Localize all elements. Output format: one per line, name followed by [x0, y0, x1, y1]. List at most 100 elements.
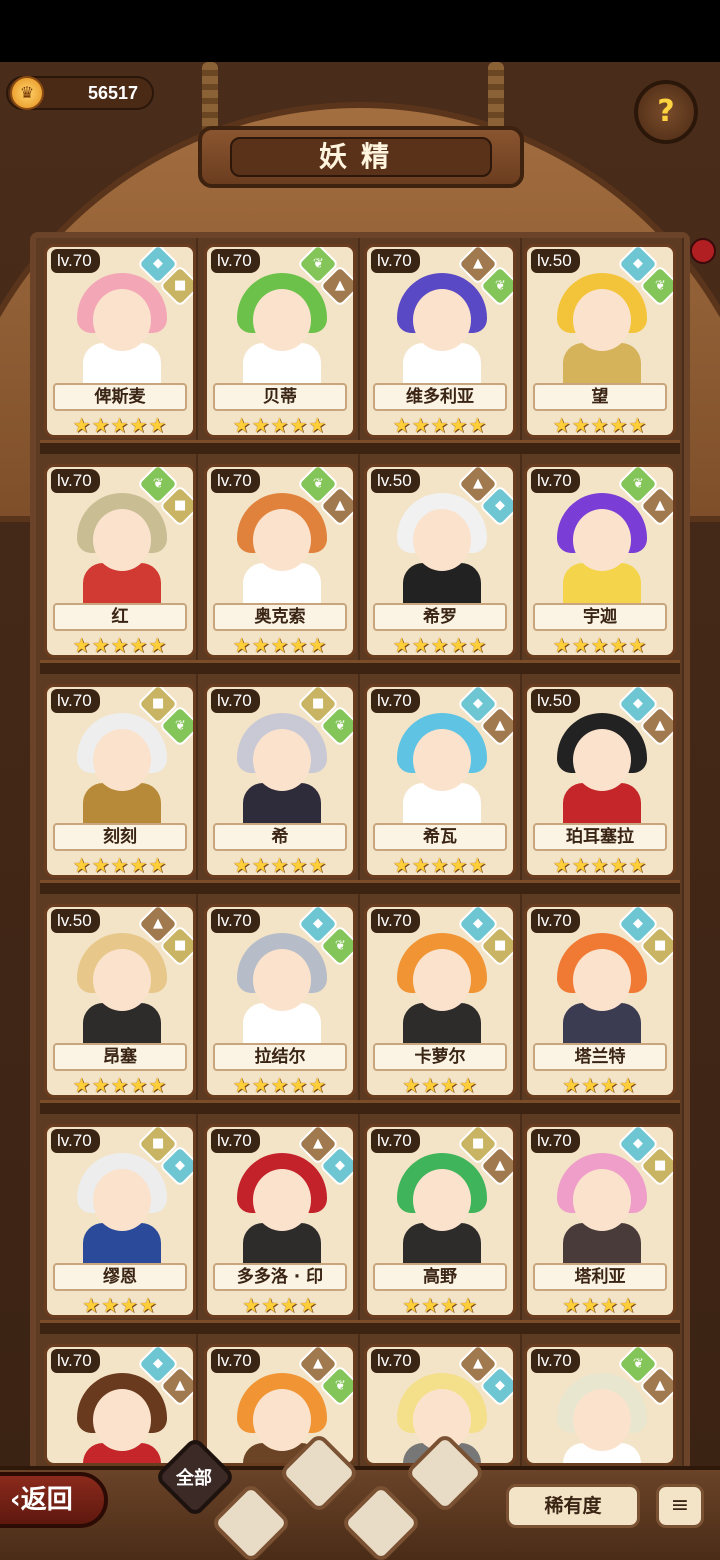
- fairy-card[interactable]: lv.70 ◆ ■ 塔利亚 ★★★★: [524, 1124, 676, 1318]
- star-rating: ★★★★★: [232, 1073, 328, 1097]
- fairy-face: [413, 949, 471, 1011]
- fairy-face: [573, 289, 631, 351]
- ladybug-icon: [690, 238, 716, 264]
- fairy-card[interactable]: lv.70 ▲ ◆ 多多洛 · 印 ★★★★: [204, 1124, 356, 1318]
- fairy-name: 望: [533, 383, 667, 411]
- page-title: 妖精: [230, 137, 492, 177]
- fairy-name: 昂塞: [53, 1043, 187, 1071]
- fairy-face: [253, 1169, 311, 1231]
- fairy-name: 多多洛 · 印: [213, 1263, 347, 1291]
- fairy-card[interactable]: lv.70 ◆ ■ 卡萝尔 ★★★★: [364, 904, 516, 1098]
- level-badge: lv.50: [51, 909, 100, 933]
- shelf-divider: [40, 660, 680, 674]
- star-rating: ★★★★★: [72, 853, 168, 877]
- help-question-icon: ?: [657, 94, 675, 129]
- fairy-name: 塔利亚: [533, 1263, 667, 1291]
- level-badge: lv.70: [51, 469, 100, 493]
- star-rating: ★★★★★: [72, 413, 168, 437]
- level-badge: lv.70: [371, 909, 420, 933]
- fairy-face: [573, 509, 631, 571]
- fairy-card[interactable]: lv.50 ◆ ▲ 珀耳塞拉 ★★★★★: [524, 684, 676, 878]
- fairy-face: [573, 729, 631, 791]
- filter-all-label: 全部: [176, 1468, 212, 1489]
- fairy-card[interactable]: lv.70 ■ ❦ 刻刻 ★★★★★: [44, 684, 196, 878]
- level-badge: lv.70: [531, 469, 580, 493]
- fairy-card[interactable]: lv.70 ❦ ▲: [524, 1344, 676, 1466]
- currency-value: 56517: [87, 83, 138, 103]
- fairy-card[interactable]: lv.70 ◆ ❦ 拉结尔 ★★★★★: [204, 904, 356, 1098]
- star-rating: ★★★★★: [392, 633, 488, 657]
- fairy-name: 刻刻: [53, 823, 187, 851]
- fairy-card[interactable]: lv.70 ❦ ▲ 奥克索 ★★★★★: [204, 464, 356, 658]
- fairy-name: 拉结尔: [213, 1043, 347, 1071]
- fairy-name: 奥克索: [213, 603, 347, 631]
- fairy-card[interactable]: lv.70 ▲ ❦ 维多利亚 ★★★★★: [364, 244, 516, 438]
- fairy-face: [93, 509, 151, 571]
- fairy-card[interactable]: lv.70 ◆ ▲ 希瓦 ★★★★★: [364, 684, 516, 878]
- fairy-card[interactable]: lv.70 ◆ ■ 俾斯麦 ★★★★★: [44, 244, 196, 438]
- shelf-divider: [40, 1100, 680, 1114]
- sort-rarity-button[interactable]: 稀有度: [506, 1484, 640, 1528]
- help-button[interactable]: ?: [634, 80, 698, 144]
- fairy-name: 高野: [373, 1263, 507, 1291]
- fairy-name: 卡萝尔: [373, 1043, 507, 1071]
- currency-display: ♛ 56517: [6, 76, 154, 110]
- star-rating: ★★★★: [562, 1293, 638, 1317]
- status-bar: [0, 0, 720, 62]
- fairy-face: [93, 289, 151, 351]
- star-rating: ★★★★★: [232, 853, 328, 877]
- star-rating: ★★★★★: [232, 633, 328, 657]
- star-rating: ★★★★★: [392, 853, 488, 877]
- fairy-name: 红: [53, 603, 187, 631]
- level-badge: lv.70: [371, 1129, 420, 1153]
- fairy-card[interactable]: lv.70 ◆ ■ 塔兰特 ★★★★: [524, 904, 676, 1098]
- level-badge: lv.70: [531, 909, 580, 933]
- title-plate: 妖精: [198, 126, 524, 188]
- level-badge: lv.70: [211, 689, 260, 713]
- fairy-card[interactable]: lv.50 ▲ ◆ 希罗 ★★★★★: [364, 464, 516, 658]
- fairy-face: [413, 729, 471, 791]
- star-rating: ★★★★★: [392, 413, 488, 437]
- star-rating: ★★★★: [402, 1073, 478, 1097]
- fairy-name: 珀耳塞拉: [533, 823, 667, 851]
- shelf-divider: [40, 880, 680, 894]
- fairy-card[interactable]: lv.70 ❦ ■ 红 ★★★★★: [44, 464, 196, 658]
- star-rating: ★★★★★: [552, 413, 648, 437]
- shelf-divider: [40, 1320, 680, 1334]
- fairy-name: 贝蒂: [213, 383, 347, 411]
- fairy-face: [253, 949, 311, 1011]
- level-badge: lv.70: [211, 1349, 260, 1373]
- back-label: 返回: [20, 1485, 73, 1515]
- star-rating: ★★★★★: [552, 633, 648, 657]
- level-badge: lv.70: [371, 689, 420, 713]
- fairy-face: [413, 509, 471, 571]
- fairy-card[interactable]: lv.70 ■ ▲ 高野 ★★★★: [364, 1124, 516, 1318]
- back-button[interactable]: ‹返回: [0, 1472, 108, 1528]
- fairy-card[interactable]: lv.70 ■ ◆ 缪恩 ★★★★: [44, 1124, 196, 1318]
- fairy-face: [573, 1169, 631, 1231]
- fairy-face: [573, 949, 631, 1011]
- crown-coin-icon: ♛: [10, 76, 44, 110]
- fairy-name: 俾斯麦: [53, 383, 187, 411]
- fairy-face: [413, 289, 471, 351]
- fairy-name: 希瓦: [373, 823, 507, 851]
- fairy-card[interactable]: lv.70 ◆ ▲: [44, 1344, 196, 1466]
- fairy-card[interactable]: lv.70 ■ ❦ 希 ★★★★★: [204, 684, 356, 878]
- level-badge: lv.50: [531, 689, 580, 713]
- star-rating: ★★★★: [402, 1293, 478, 1317]
- sort-descending-icon[interactable]: ≡: [656, 1484, 704, 1528]
- level-badge: lv.70: [211, 909, 260, 933]
- level-badge: lv.70: [211, 469, 260, 493]
- fairy-name: 希: [213, 823, 347, 851]
- level-badge: lv.70: [51, 1349, 100, 1373]
- fairy-name: 塔兰特: [533, 1043, 667, 1071]
- fairy-card[interactable]: lv.50 ▲ ■ 昂塞 ★★★★★: [44, 904, 196, 1098]
- fairy-name: 维多利亚: [373, 383, 507, 411]
- fairy-card[interactable]: lv.70 ❦ ▲ 贝蒂 ★★★★★: [204, 244, 356, 438]
- fairy-face: [253, 1389, 311, 1451]
- fairy-face: [253, 729, 311, 791]
- fairy-card[interactable]: lv.70 ❦ ▲ 宇迦 ★★★★★: [524, 464, 676, 658]
- level-badge: lv.70: [371, 1349, 420, 1373]
- level-badge: lv.70: [51, 1129, 100, 1153]
- fairy-card[interactable]: lv.50 ◆ ❦ 望 ★★★★★: [524, 244, 676, 438]
